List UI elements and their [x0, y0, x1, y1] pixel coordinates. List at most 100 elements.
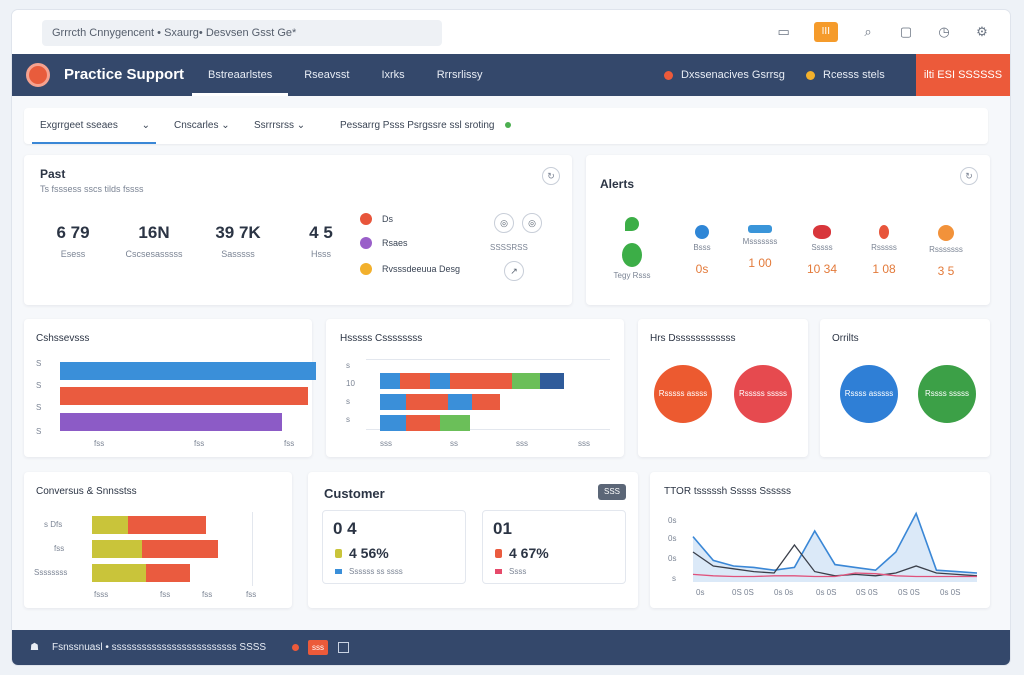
- nav-status-2[interactable]: Rcesss stels: [806, 54, 885, 96]
- axis-label: sss: [578, 439, 590, 448]
- bars-card: Cshssevsss S S S S fss fss fss: [24, 319, 316, 457]
- legend-item-1: Ds: [360, 213, 393, 225]
- alert-item-6[interactable]: Rsssssss 3 5: [916, 225, 976, 278]
- rate-circle-2[interactable]: Rsssss sssss: [734, 365, 792, 423]
- axis-label: sss: [380, 439, 392, 448]
- legend-dot-icon: [360, 237, 372, 249]
- window-icon[interactable]: [338, 642, 349, 653]
- customer-stat-1: 0 4 4 56% Ssssss ss ssss: [322, 510, 466, 584]
- filter-dropdown-4[interactable]: Pessarrg Psss Psrgssre ssl sroting: [340, 108, 512, 144]
- trend-card: TTOR tsssssh Sssss Ssssss 0s 0s 0s s 0s …: [650, 472, 990, 608]
- stat-1-percent: 4 56%: [349, 545, 389, 561]
- customer-stat-2: 01 4 67% Ssss: [482, 510, 626, 584]
- refresh-icon[interactable]: ↻: [960, 167, 978, 185]
- filter-dropdown-3[interactable]: Ssrrrsrss ⌄: [254, 108, 305, 144]
- alert-6-value: 3 5: [937, 264, 955, 278]
- nav-tab-3[interactable]: Ixrks: [365, 54, 420, 96]
- nav-tab-1[interactable]: Bstreaarlstes: [192, 54, 289, 96]
- kpi-3: 39 7K Sasssss: [208, 223, 268, 259]
- drop-icon: [622, 243, 642, 267]
- row-label: 10: [346, 379, 355, 388]
- kpi-2-label: Cscsesasssss: [125, 249, 183, 259]
- legend-2-label: Rsaes: [382, 238, 408, 248]
- bar-segment: [472, 394, 500, 410]
- address-bar[interactable]: Grrrcth Cnnygencent • Sxaurg• Desvsen Gs…: [42, 20, 442, 46]
- bars-title: Cshssevsss: [36, 333, 90, 344]
- x-tick-label: 0s: [696, 588, 705, 597]
- filter-dropdown-1[interactable]: Exgrrgeet sseaes ⌄: [32, 108, 156, 144]
- y-tick-label: s: [672, 574, 676, 583]
- logo-icon: [26, 63, 50, 87]
- side-label: SSSSRSS: [490, 243, 528, 252]
- rate-circle-1[interactable]: Rsssss assss: [654, 365, 712, 423]
- nav-cta-button[interactable]: ilti ESI SSSSSS: [916, 54, 1010, 96]
- stacked-card: Hsssss Cssssssss s 10 s s sss ss sss sss: [326, 319, 624, 457]
- row-label: S: [36, 381, 42, 390]
- notification-badge[interactable]: III: [813, 22, 838, 42]
- offline-circle-1[interactable]: Rssss asssss: [840, 365, 898, 423]
- alert-item-1[interactable]: Tegy Rsss: [602, 217, 662, 280]
- filter-dropdown-2[interactable]: Cnscarles ⌄: [174, 108, 230, 144]
- user-icon[interactable]: ☗: [30, 630, 39, 665]
- chevron-down-icon: ⌄: [221, 120, 230, 131]
- kpi-2: 16N Cscsesasssss: [124, 223, 184, 259]
- alert-item-5[interactable]: Rsssss 1 08: [854, 225, 914, 276]
- stat-dot-icon: [495, 549, 502, 558]
- bar-segment: [450, 373, 512, 389]
- row-label: s Dfs: [44, 520, 63, 529]
- wave-icon: [748, 225, 772, 233]
- settings-icon[interactable]: ⚙: [974, 24, 990, 40]
- customer-card: Customer SSS 0 4 4 56% Ssssss ss ssss 01…: [308, 472, 638, 608]
- row-label: Ssssssss: [34, 568, 68, 577]
- x-tick-label: 0s 0S: [816, 588, 837, 597]
- expand-icon[interactable]: ↗: [504, 261, 524, 281]
- nav-tab-4[interactable]: Rrrsrlissy: [421, 54, 499, 96]
- search-icon[interactable]: ⌕: [860, 24, 876, 40]
- kpi-4: 4 5 Hsss: [296, 223, 346, 259]
- alert-dot-icon: [695, 225, 709, 239]
- row-label: s: [346, 397, 350, 406]
- customer-chip[interactable]: SSS: [598, 484, 627, 500]
- bar-segment: [448, 394, 472, 410]
- axis-label: fss: [194, 439, 205, 448]
- past-title: Past: [40, 167, 66, 181]
- toggle-icon[interactable]: ◎: [494, 213, 514, 233]
- alert-item-4[interactable]: Sssss 10 34: [792, 225, 852, 276]
- alert-3-label: Msssssss: [742, 237, 778, 246]
- clock-icon[interactable]: ◷: [936, 24, 952, 40]
- status-dot-icon: [664, 70, 673, 80]
- nav-tab-2[interactable]: Rseavsst: [288, 54, 365, 96]
- chat-icon[interactable]: ▭: [776, 24, 792, 40]
- footer-badge[interactable]: sss: [308, 640, 328, 655]
- alert-item-2[interactable]: Bsss 0s: [672, 225, 732, 276]
- grid-line: [252, 512, 253, 586]
- nav-status-1[interactable]: Dxssenacives Gsrrsg: [664, 54, 785, 96]
- trend-title: TTOR tsssssh Sssss Ssssss: [664, 486, 792, 497]
- kpi-4-value: 4 5: [309, 223, 333, 242]
- page-icon[interactable]: ▢: [898, 24, 914, 40]
- alerts-card: Alerts ↻ Tegy Rsss Bsss 0s Msssssss 1 00…: [586, 155, 990, 305]
- legend-3-label: Rvsssdeeuua Desg: [382, 264, 461, 274]
- offline-circle-2[interactable]: Rssss sssss: [918, 365, 976, 423]
- refresh-icon[interactable]: ↻: [542, 167, 560, 185]
- bar-segment: [400, 373, 430, 389]
- bar-segment: [406, 394, 448, 410]
- filter-4-label: Pessarrg Psss Psrgssre ssl sroting: [340, 120, 495, 131]
- toggle-icon[interactable]: ◎: [522, 213, 542, 233]
- past-subtitle: Ts fsssess sscs tilds fssss: [40, 184, 144, 194]
- stacked-title: Hsssss Cssssssss: [340, 333, 423, 344]
- x-tick-label: 0s 0s: [774, 588, 794, 597]
- stat-2-percent: 4 67%: [509, 545, 549, 561]
- alert-item-3[interactable]: Msssssss 1 00: [730, 225, 790, 270]
- row-label: s: [346, 415, 350, 424]
- bar-segment: [142, 540, 218, 558]
- status-dot-icon: [292, 644, 299, 651]
- bar-segment: [512, 373, 540, 389]
- leaf-icon: [625, 217, 639, 231]
- footer-bar: ☗ Fsnssnuasl • sssssssssssssssssssssssss…: [12, 630, 1010, 665]
- legend-dot-icon: [360, 213, 372, 225]
- nav-status-1-label: Dxssenacives Gsrrsg: [681, 69, 785, 81]
- legend-1-label: Ds: [382, 214, 393, 224]
- bar-blue: [60, 362, 316, 380]
- x-tick-label: 0S 0S: [898, 588, 920, 597]
